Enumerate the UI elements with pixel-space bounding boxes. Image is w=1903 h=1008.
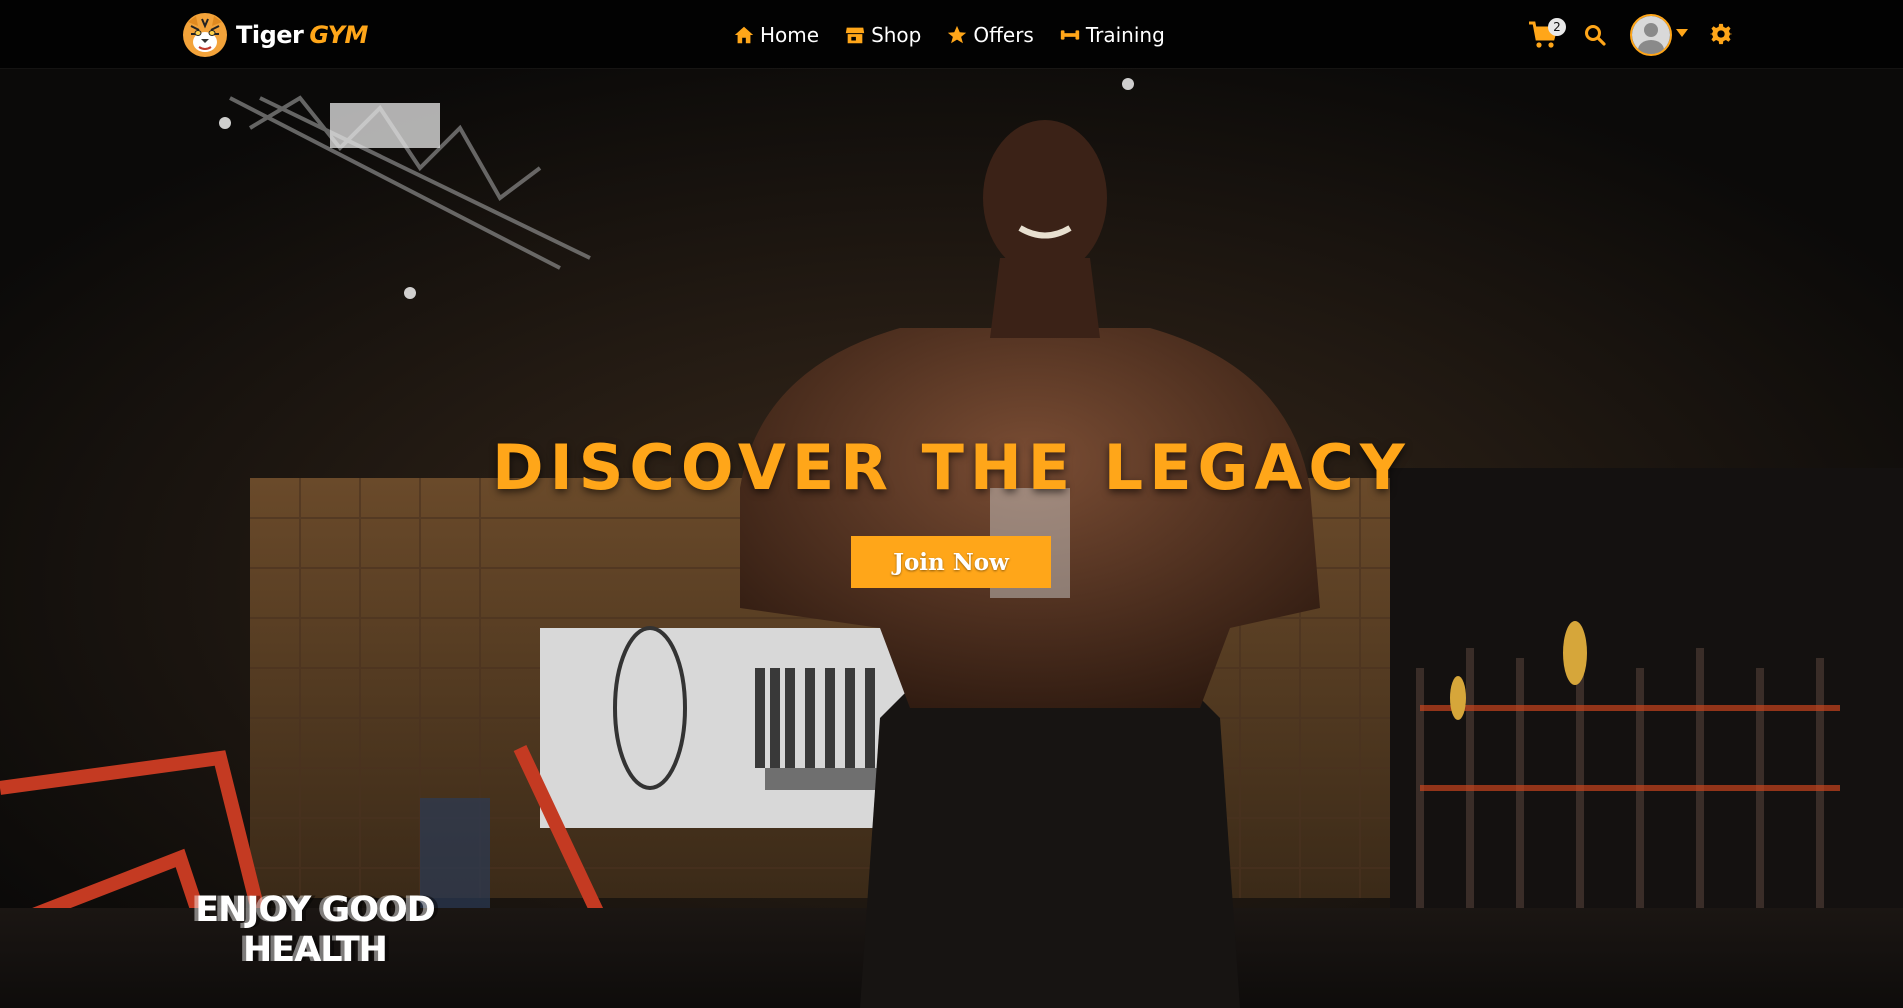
brand-name-white: Tiger — [236, 21, 304, 49]
hero-tagline: ENJOY GOOD HEALTH — [160, 890, 470, 970]
nav-item-label: Shop — [871, 23, 922, 47]
tiger-head-icon — [183, 13, 227, 57]
join-now-button[interactable]: Join Now — [851, 536, 1051, 588]
nav-item-training[interactable]: Training — [1059, 23, 1165, 47]
nav-item-label: Offers — [973, 23, 1034, 47]
nav-item-home[interactable]: Home — [733, 23, 819, 47]
brand-logo-link[interactable]: Tiger GYM — [182, 12, 368, 58]
home-icon — [734, 26, 754, 44]
search-icon[interactable] — [1584, 24, 1606, 46]
hero-tagline-line2: HEALTH — [243, 930, 388, 970]
brand-name-orange: GYM — [309, 21, 368, 49]
dumbbell-icon — [1060, 30, 1080, 40]
star-icon — [948, 25, 967, 44]
store-icon — [845, 27, 865, 44]
main-nav: Home Shop Offers Training — [733, 20, 1190, 50]
cart-count-badge: 2 — [1548, 18, 1566, 36]
gear-icon[interactable] — [1710, 23, 1732, 45]
cart-button[interactable]: 2 — [1528, 18, 1566, 50]
hero-tagline-line1: ENJOY GOOD — [195, 890, 436, 930]
avatar[interactable] — [1630, 14, 1672, 56]
caret-down-icon[interactable] — [1676, 29, 1688, 37]
nav-item-label: Training — [1085, 23, 1165, 47]
nav-item-label: Home — [760, 23, 820, 47]
top-navbar: Tiger GYM Home Shop Offers Training 2 — [0, 0, 1903, 68]
nav-item-offers[interactable]: Offers — [946, 23, 1034, 47]
nav-item-shop[interactable]: Shop — [844, 23, 921, 47]
hero-title: DISCOVER THE LEGACY — [492, 431, 1411, 504]
hero-section: DISCOVER THE LEGACY Join Now ENJOY GOOD … — [0, 68, 1903, 1008]
user-silhouette-icon — [1632, 16, 1670, 54]
